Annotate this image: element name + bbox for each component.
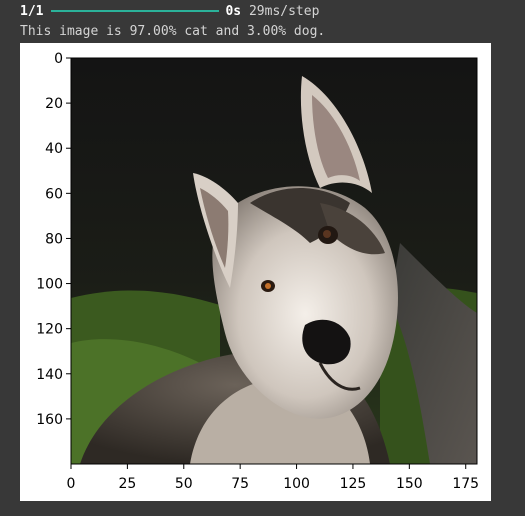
y-tick-label: 0 — [54, 51, 63, 67]
x-tick-label: 100 — [283, 476, 310, 492]
y-tick-label: 20 — [45, 96, 63, 112]
dog-photo — [71, 58, 477, 464]
y-tick-label: 100 — [36, 277, 63, 293]
matplotlib-figure: 0 20 40 60 80 100 120 140 160 0 25 50 75 100 125 150 17… — [20, 43, 491, 501]
x-tick-label: 0 — [67, 476, 76, 492]
progress-time: 0s — [225, 4, 242, 19]
y-tick-label: 60 — [45, 186, 63, 202]
x-tick-label: 25 — [118, 476, 136, 492]
x-tick-label: 50 — [175, 476, 193, 492]
prediction-text: This image is 97.00% cat and 3.00% dog. — [20, 24, 326, 39]
y-tick-label: 140 — [36, 367, 63, 383]
y-tick-label: 80 — [45, 231, 63, 247]
x-tick-label: 75 — [231, 476, 249, 492]
notebook-cell-output: 1/1 0s 29ms/step This image is 97.00% cat… — [0, 0, 525, 516]
progress-bar — [51, 9, 220, 12]
y-axis: 0 20 40 60 80 100 120 140 160 — [36, 51, 71, 428]
progress-line: 1/1 0s 29ms/step — [20, 4, 319, 20]
image-plot: 0 20 40 60 80 100 120 140 160 0 25 50 75 100 125 150 17… — [36, 51, 479, 492]
y-tick-label: 120 — [36, 322, 63, 338]
x-tick-label: 125 — [340, 476, 367, 492]
progress-rate: 29ms/step — [248, 4, 320, 19]
x-tick-label: 175 — [452, 476, 479, 492]
y-tick-label: 160 — [36, 412, 63, 428]
y-tick-label: 40 — [45, 141, 63, 157]
x-tick-label: 150 — [396, 476, 423, 492]
x-axis: 0 25 50 75 100 125 150 175 — [67, 464, 479, 492]
progress-steps: 1/1 — [20, 4, 44, 19]
